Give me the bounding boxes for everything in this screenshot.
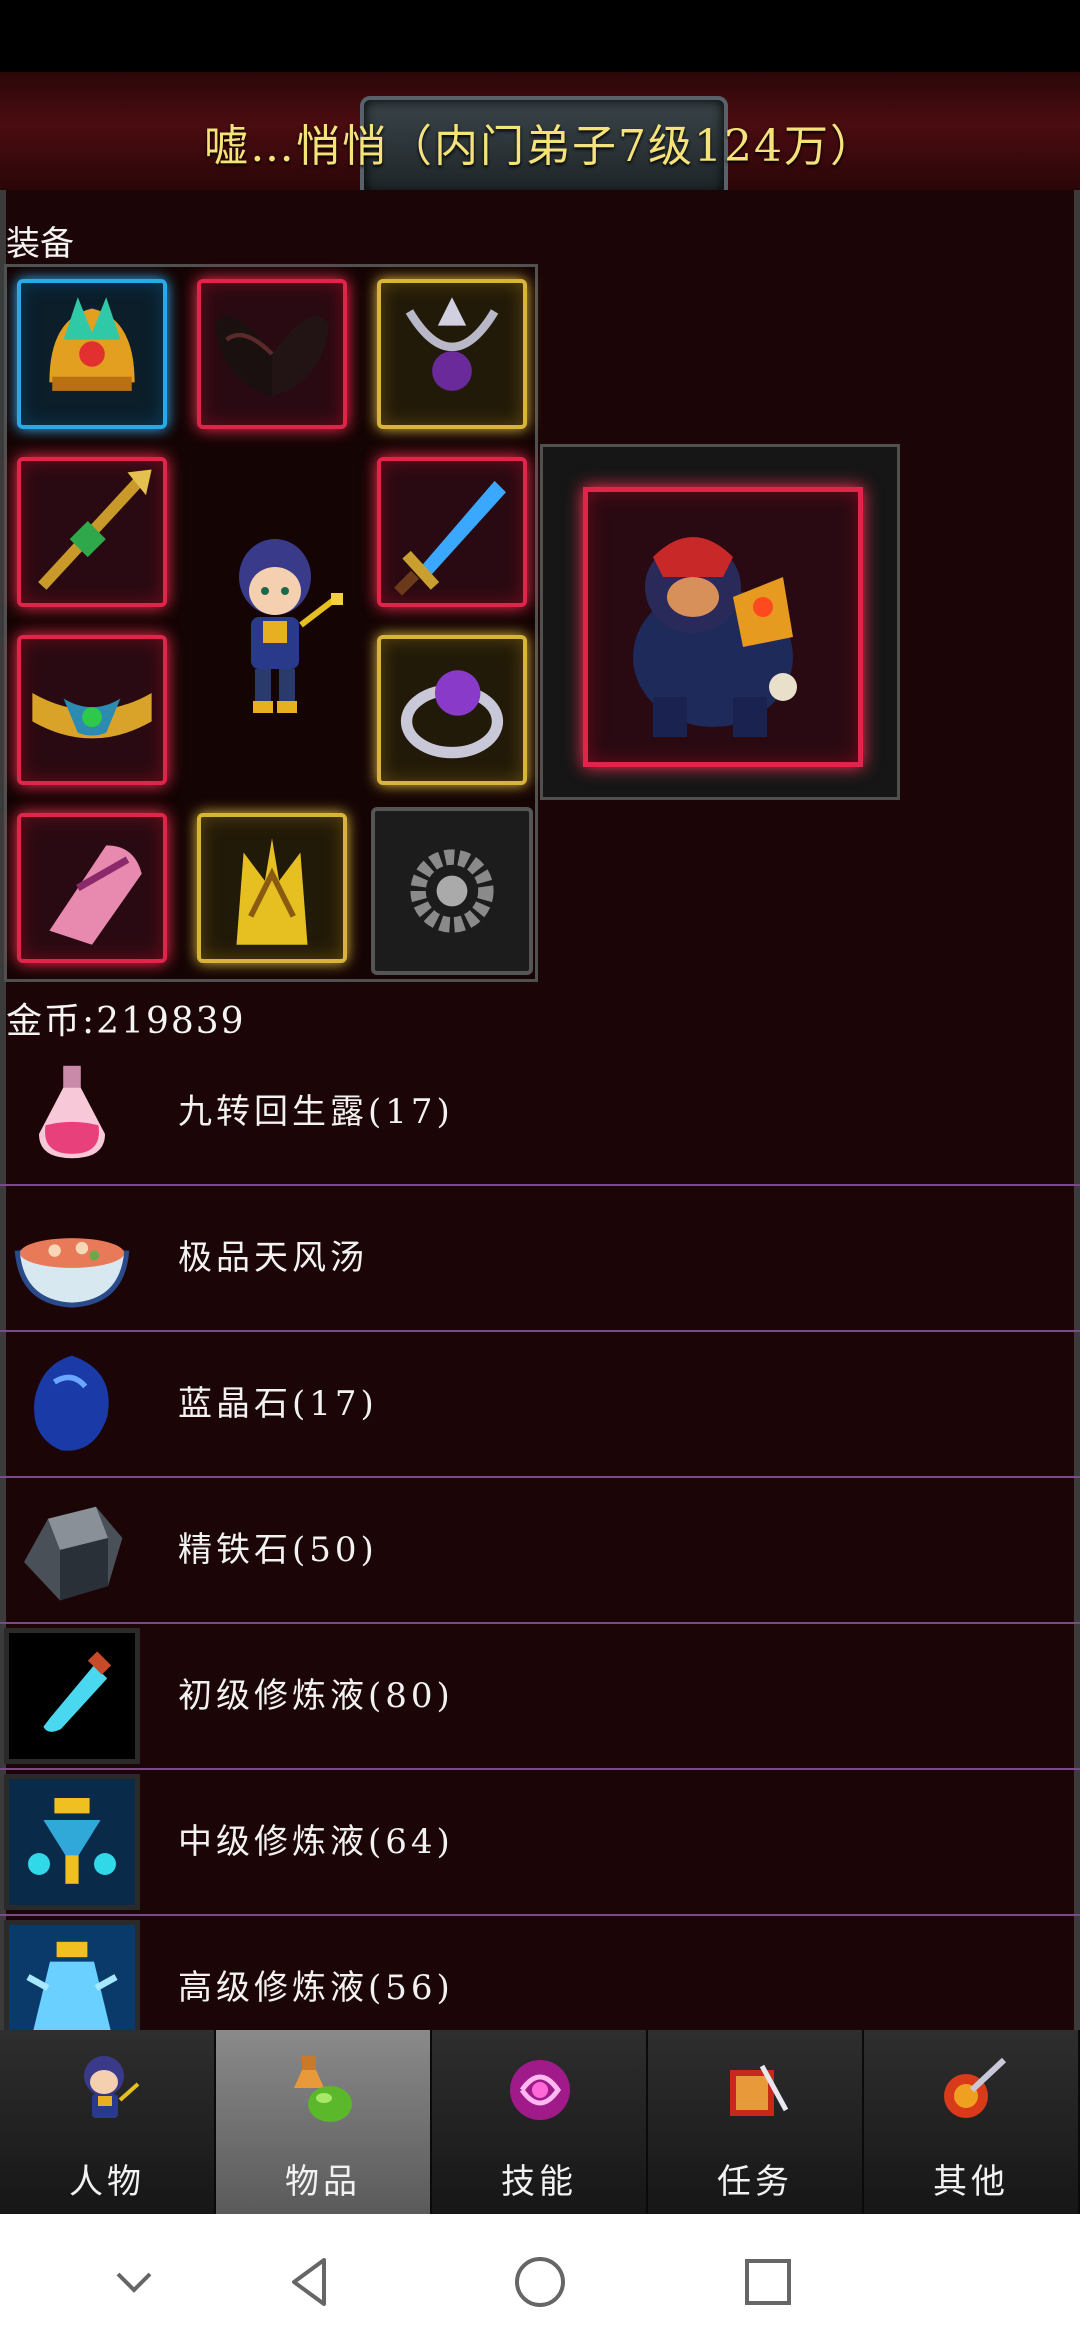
armor-icon bbox=[236, 838, 308, 945]
slot-staff[interactable] bbox=[17, 457, 167, 607]
quest-icon bbox=[730, 2064, 789, 2116]
equipment-grid bbox=[4, 264, 538, 982]
system-nav-bar bbox=[0, 2214, 1080, 2340]
other-icon bbox=[944, 2057, 1007, 2118]
item-name: 九转回生露(17) bbox=[178, 1092, 454, 1132]
gold-amount: 金币:219839 bbox=[6, 1001, 246, 1042]
list-item[interactable]: 蓝晶石(17) bbox=[0, 1332, 1080, 1478]
slot-helmet[interactable] bbox=[17, 279, 167, 429]
tab-label: 技能 bbox=[501, 2162, 577, 2202]
item-name: 初级修炼液(80) bbox=[178, 1676, 454, 1716]
recents-icon[interactable] bbox=[738, 2252, 798, 2312]
lamp-icon bbox=[4, 1920, 140, 2030]
necklace-icon bbox=[405, 297, 499, 391]
item-name: 蓝晶石(17) bbox=[178, 1384, 378, 1424]
tab-items[interactable]: 物品 bbox=[216, 2030, 432, 2214]
slot-wings[interactable] bbox=[197, 279, 347, 429]
tab-character[interactable]: 人物 bbox=[0, 2030, 216, 2214]
item-name: 高级修炼液(56) bbox=[178, 1968, 454, 2008]
pet-beast bbox=[633, 537, 797, 737]
home-icon[interactable] bbox=[510, 2252, 570, 2312]
potion-icon bbox=[8, 1048, 136, 1176]
slot-belt[interactable] bbox=[17, 635, 167, 785]
list-item[interactable]: 精铁石(50) bbox=[0, 1478, 1080, 1624]
tab-other[interactable]: 其他 bbox=[864, 2030, 1080, 2214]
character-icon bbox=[84, 2056, 140, 2118]
items-icon bbox=[294, 2056, 352, 2122]
ring-icon bbox=[400, 670, 504, 759]
character-avatar bbox=[239, 539, 343, 713]
tab-label: 物品 bbox=[285, 2162, 361, 2202]
list-item[interactable]: 高级修炼液(56) bbox=[0, 1916, 1080, 2030]
flask-icon bbox=[4, 1774, 140, 1910]
tab-quest[interactable]: 任务 bbox=[648, 2030, 864, 2214]
tab-label: 其他 bbox=[933, 2162, 1009, 2202]
pet-slot[interactable] bbox=[540, 444, 900, 800]
tab-label: 人物 bbox=[69, 2162, 145, 2202]
item-name: 精铁石(50) bbox=[178, 1530, 378, 1570]
iron-ore-icon bbox=[8, 1486, 136, 1614]
staff-icon bbox=[38, 469, 152, 590]
slot-beads[interactable] bbox=[371, 807, 533, 975]
back-icon[interactable] bbox=[280, 2252, 340, 2312]
helmet-icon bbox=[49, 297, 135, 391]
item-name: 中级修炼液(64) bbox=[178, 1822, 454, 1862]
bottom-tab-bar: 人物 物品 技能 任务 其他 bbox=[0, 2030, 1080, 2214]
beads-icon bbox=[410, 849, 494, 933]
slot-armor[interactable] bbox=[197, 813, 347, 963]
tab-skills[interactable]: 技能 bbox=[432, 2030, 648, 2214]
status-bar bbox=[0, 0, 1080, 72]
vial-icon bbox=[4, 1628, 140, 1764]
slot-boots[interactable] bbox=[17, 813, 167, 963]
belt-icon bbox=[32, 692, 152, 739]
skills-icon bbox=[510, 2060, 570, 2120]
slot-sword[interactable] bbox=[377, 457, 527, 607]
item-list[interactable]: 九转回生露(17) 极品天风汤 蓝晶石(17) 精铁石(50) 初级修炼液(80… bbox=[0, 1040, 1080, 2030]
item-name: 极品天风汤 bbox=[178, 1238, 368, 1278]
sword-icon bbox=[394, 480, 506, 596]
wings-icon bbox=[215, 316, 329, 397]
blue-crystal-icon bbox=[8, 1340, 136, 1468]
list-item[interactable]: 极品天风汤 bbox=[0, 1186, 1080, 1332]
list-item[interactable]: 九转回生露(17) bbox=[0, 1040, 1080, 1186]
slot-necklace[interactable] bbox=[377, 279, 527, 429]
slot-ring[interactable] bbox=[377, 635, 527, 785]
tab-label: 任务 bbox=[717, 2162, 793, 2202]
equipment-label: 装备 bbox=[6, 224, 74, 264]
list-item[interactable]: 初级修炼液(80) bbox=[0, 1624, 1080, 1770]
soup-icon bbox=[8, 1194, 136, 1322]
page-title: 嘘…悄悄（内门弟子7级124万） bbox=[204, 121, 876, 172]
chevron-down-icon[interactable] bbox=[104, 2252, 164, 2312]
boots-icon bbox=[49, 845, 142, 945]
list-item[interactable]: 中级修炼液(64) bbox=[0, 1770, 1080, 1916]
